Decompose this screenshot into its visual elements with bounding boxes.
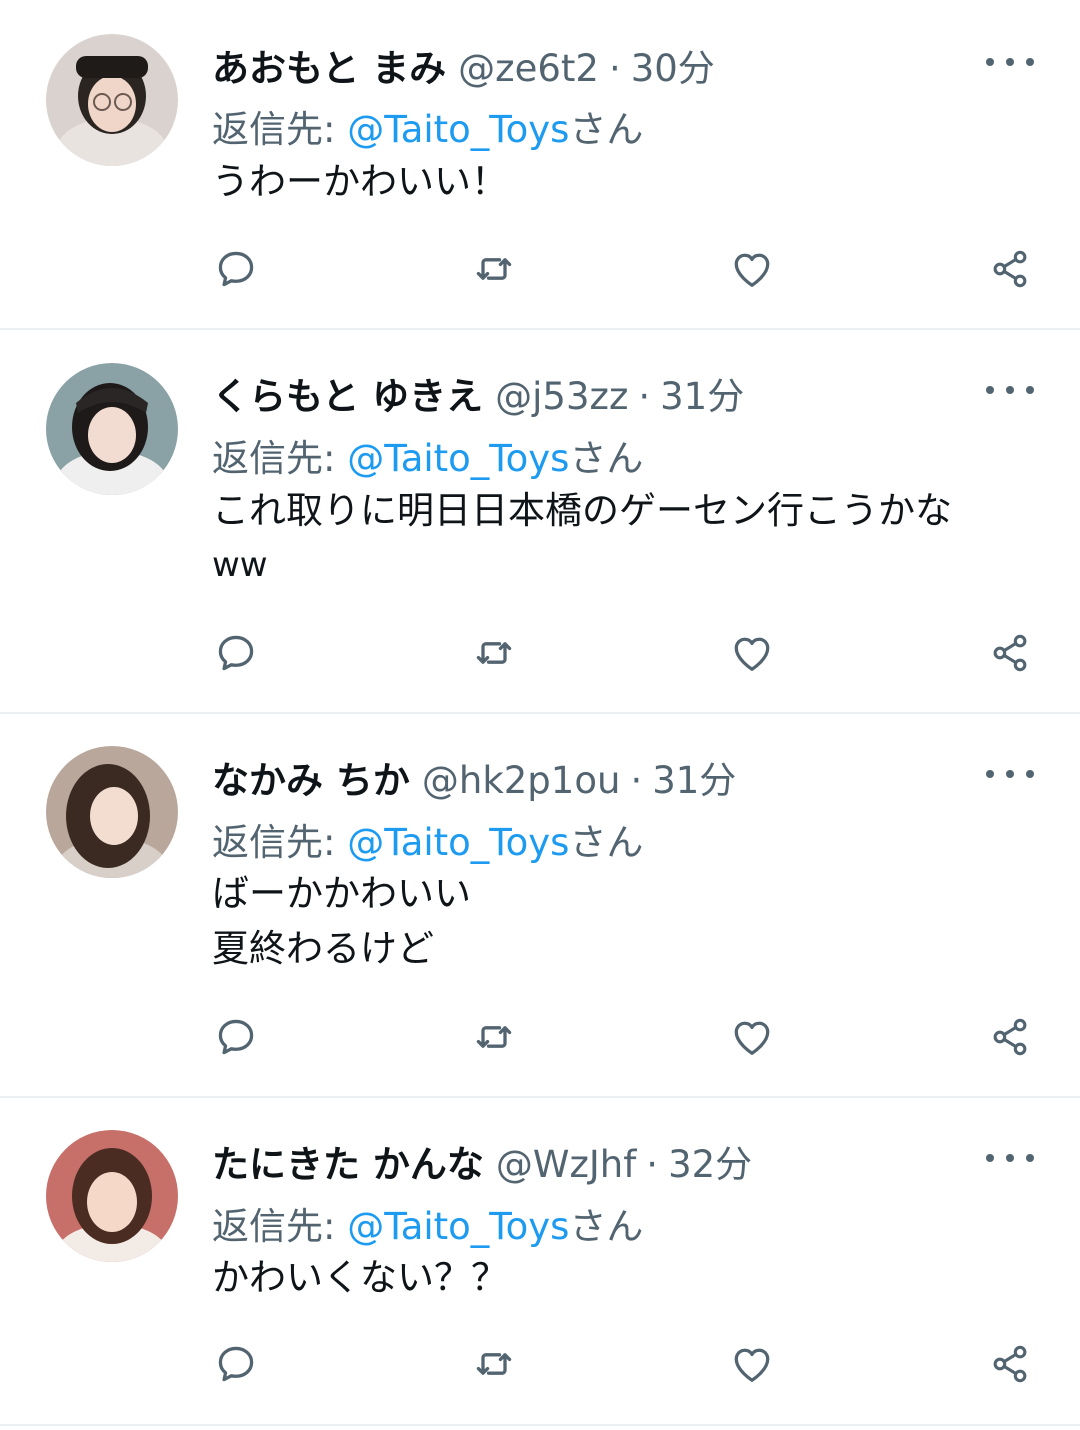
replying-to: 返信先: @Taito_Toysさん	[212, 1196, 643, 1250]
mention-link[interactable]: @Taito_Toys	[347, 821, 569, 864]
reply-suffix: さん	[569, 1205, 644, 1248]
separator-dot: ·	[646, 1143, 659, 1186]
timestamp[interactable]: 31分	[652, 750, 736, 804]
timestamp[interactable]: 31分	[660, 366, 744, 420]
display-name[interactable]: あおもと まみ	[212, 38, 446, 92]
reply-prefix: 返信先:	[212, 437, 348, 480]
tweet-text: かわいくない？？	[212, 1250, 1042, 1305]
tweet-header: なかみ ちか @hk2p1ou · 31分	[212, 750, 736, 802]
tweet-text: うわーかわいい！	[212, 154, 1042, 209]
user-handle[interactable]: @ze6t2	[458, 47, 599, 90]
user-handle[interactable]: @hk2p1ou	[422, 759, 621, 802]
mention-link[interactable]: @Taito_Toys	[347, 108, 569, 151]
tweet-text-line: うわーかわいい！	[212, 160, 508, 203]
tweet-text: これ取りに明日日本橋のゲーセン行こうかな ww	[212, 483, 1042, 593]
reply-prefix: 返信先:	[212, 1205, 348, 1248]
avatar[interactable]	[46, 746, 178, 878]
more-options-icon[interactable]	[986, 52, 1034, 72]
retweet-button[interactable]	[466, 1009, 522, 1065]
tweet[interactable]: たにきた かんな @WzJhf · 32分 返信先: @Taito_Toysさん…	[0, 1098, 1080, 1424]
timestamp[interactable]: 30分	[631, 38, 715, 92]
heart-outline-icon	[734, 637, 770, 671]
avatar[interactable]	[46, 363, 178, 495]
replying-to: 返信先: @Taito_Toysさん	[212, 428, 643, 482]
like-button[interactable]	[724, 241, 780, 297]
tweet-text: ばーかかわいい 夏終わるけど	[212, 866, 1042, 976]
mention-link[interactable]: @Taito_Toys	[347, 437, 569, 480]
like-button[interactable]	[724, 1336, 780, 1392]
tweet-header: たにきた かんな @WzJhf · 32分	[212, 1134, 752, 1186]
timestamp[interactable]: 32分	[668, 1134, 752, 1188]
tweet[interactable]: くらもと ゆきえ @j53zz · 31分 返信先: @Taito_Toysさん…	[0, 330, 1080, 712]
reply-button[interactable]	[208, 1336, 264, 1392]
reply-suffix: さん	[569, 108, 644, 151]
avatar[interactable]	[46, 34, 178, 166]
comment-bubble-icon	[218, 251, 254, 287]
heart-outline-icon	[734, 253, 770, 287]
display-name[interactable]: たにきた かんな	[212, 1134, 484, 1188]
retweet-arrows-icon	[476, 1026, 512, 1048]
reply-button[interactable]	[208, 1009, 264, 1065]
retweet-button[interactable]	[466, 625, 522, 681]
separator-dot: ·	[630, 759, 643, 802]
share-button[interactable]	[982, 625, 1038, 681]
tweet-text-line: ww	[212, 545, 268, 585]
tweet-text-line: ばーかかわいい	[212, 872, 471, 915]
comment-bubble-icon	[218, 635, 254, 671]
more-options-icon[interactable]	[986, 1148, 1034, 1168]
retweet-arrows-icon	[476, 1353, 512, 1375]
tweet-header: あおもと まみ @ze6t2 · 30分	[212, 38, 715, 90]
share-nodes-icon	[993, 250, 1027, 288]
reply-suffix: さん	[569, 821, 644, 864]
share-button[interactable]	[982, 1336, 1038, 1392]
display-name[interactable]: なかみ ちか	[212, 750, 410, 804]
tweet-text-line: 夏終わるけど	[212, 927, 434, 970]
reply-prefix: 返信先:	[212, 821, 348, 864]
tweet-header: くらもと ゆきえ @j53zz · 31分	[212, 366, 744, 418]
display-name[interactable]: くらもと ゆきえ	[212, 366, 483, 420]
tweet-text-line: これ取りに明日日本橋のゲーセン行こうかな	[212, 489, 952, 532]
user-handle[interactable]: @WzJhf	[496, 1143, 636, 1186]
share-nodes-icon	[993, 1345, 1027, 1383]
tweet-text-line: かわいくない？？	[212, 1256, 508, 1299]
reply-prefix: 返信先:	[212, 108, 348, 151]
share-nodes-icon	[993, 634, 1027, 672]
more-options-icon[interactable]	[986, 380, 1034, 400]
comment-bubble-icon	[218, 1019, 254, 1055]
share-button[interactable]	[982, 241, 1038, 297]
tweet[interactable]: なかみ ちか @hk2p1ou · 31分 返信先: @Taito_Toysさん…	[0, 714, 1080, 1096]
reply-button[interactable]	[208, 241, 264, 297]
reply-button[interactable]	[208, 625, 264, 681]
reply-suffix: さん	[569, 437, 644, 480]
like-button[interactable]	[724, 1009, 780, 1065]
replying-to: 返信先: @Taito_Toysさん	[212, 99, 643, 153]
retweet-arrows-icon	[476, 642, 512, 664]
replying-to: 返信先: @Taito_Toysさん	[212, 812, 643, 866]
like-button[interactable]	[724, 625, 780, 681]
retweet-arrows-icon	[476, 258, 512, 280]
mention-link[interactable]: @Taito_Toys	[347, 1205, 569, 1248]
tweet[interactable]: あおもと まみ @ze6t2 · 30分 返信先: @Taito_Toysさん …	[0, 0, 1080, 328]
avatar[interactable]	[46, 1130, 178, 1262]
comment-bubble-icon	[218, 1346, 254, 1382]
retweet-button[interactable]	[466, 1336, 522, 1392]
user-handle[interactable]: @j53zz	[495, 375, 628, 418]
heart-outline-icon	[734, 1021, 770, 1055]
divider	[0, 1424, 1080, 1426]
separator-dot: ·	[638, 375, 651, 418]
share-nodes-icon	[993, 1018, 1027, 1056]
separator-dot: ·	[608, 47, 621, 90]
retweet-button[interactable]	[466, 241, 522, 297]
heart-outline-icon	[734, 1348, 770, 1382]
share-button[interactable]	[982, 1009, 1038, 1065]
more-options-icon[interactable]	[986, 764, 1034, 784]
